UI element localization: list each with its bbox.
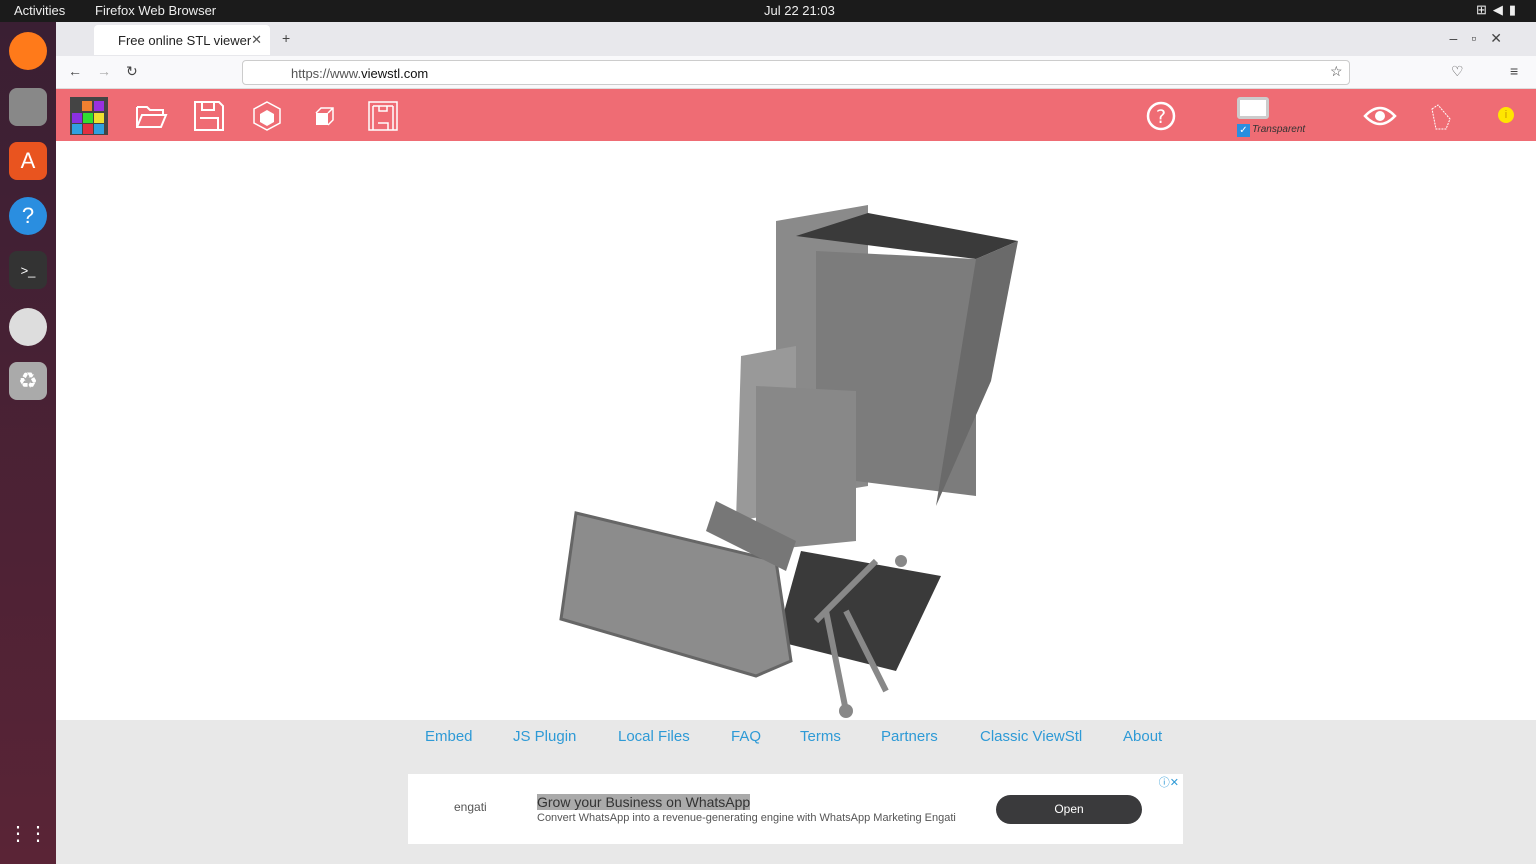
ad-open-button[interactable]: Open: [996, 795, 1142, 824]
menu-icon[interactable]: ≡: [1510, 63, 1518, 79]
svg-text:?: ?: [1156, 106, 1166, 128]
viewer-toolbar: ? ✓ Transparent i: [56, 89, 1536, 141]
footer-link-about[interactable]: About: [1123, 728, 1162, 745]
bookmark-star-icon[interactable]: ☆: [1330, 63, 1343, 80]
footer-link-embed[interactable]: Embed: [425, 728, 473, 745]
transparent-label: Transparent: [1252, 124, 1306, 135]
show-apps-icon[interactable]: ⋮⋮: [8, 814, 48, 852]
transparent-checkbox[interactable]: ✓: [1237, 124, 1250, 137]
navigation-bar: ← → ↻ https://www.viewstl.com ☆ ♡ ≡: [56, 56, 1536, 89]
clock[interactable]: Jul 22 21:03: [764, 3, 835, 18]
logo-cube-icon: [70, 97, 108, 135]
save-icon[interactable]: [192, 99, 226, 133]
tab-title: Free online STL viewer: [118, 33, 252, 48]
model-base-plate: [776, 551, 941, 671]
new-tab-button[interactable]: +: [282, 30, 290, 46]
tab-stl-viewer[interactable]: Free online STL viewer ✕: [94, 25, 270, 55]
firefox-window: Free online STL viewer ✕ + –▫✕ ← → ↻ http…: [56, 22, 1536, 864]
back-icon[interactable]: ←: [68, 63, 82, 79]
tab-bar: Free online STL viewer ✕ + –▫✕: [56, 22, 1536, 56]
model-lower-block: [756, 386, 856, 551]
firefox-icon[interactable]: [9, 32, 47, 70]
trash-icon[interactable]: ♻: [9, 362, 47, 400]
ad-brand-logo: engati: [454, 800, 487, 814]
footer-link-local-files[interactable]: Local Files: [618, 728, 690, 745]
dock: A ? >_ ♻ ⋮⋮: [0, 22, 56, 864]
eye-icon[interactable]: [1363, 99, 1397, 133]
help-icon[interactable]: ?: [9, 197, 47, 235]
footer-link-terms[interactable]: Terms: [800, 728, 841, 745]
footer: Embed JS Plugin Local Files FAQ Terms Pa…: [56, 720, 1536, 864]
model-wheel: [895, 555, 907, 567]
activities-button[interactable]: Activities: [14, 3, 65, 18]
ad-description: Convert WhatsApp into a revenue-generati…: [537, 812, 956, 824]
footer-link-faq[interactable]: FAQ: [731, 728, 761, 745]
advertisement[interactable]: engati Grow your Business on WhatsApp Co…: [408, 774, 1183, 844]
touch-hand-icon[interactable]: [1422, 99, 1456, 133]
url-domain: viewstl.com: [361, 66, 429, 81]
footer-link-classic[interactable]: Classic ViewStl: [980, 728, 1082, 745]
model-wheel: [839, 704, 853, 718]
terminal-icon[interactable]: >_: [9, 251, 47, 289]
footer-link-js-plugin[interactable]: JS Plugin: [513, 728, 576, 745]
background-color-swatch[interactable]: [1237, 97, 1269, 119]
solid-cube-icon[interactable]: [308, 99, 342, 133]
3d-printer-icon[interactable]: [366, 99, 400, 133]
close-tab-icon[interactable]: ✕: [251, 32, 262, 48]
system-top-bar: Activities Firefox Web Browser Jul 22 21…: [0, 0, 1536, 22]
stl-model[interactable]: [56, 141, 1536, 720]
pocket-icon[interactable]: ♡: [1451, 63, 1464, 80]
3d-viewport[interactable]: [56, 141, 1536, 720]
disc-icon[interactable]: [9, 308, 47, 346]
ad-title[interactable]: Grow your Business on WhatsApp: [537, 794, 751, 810]
url-bar[interactable]: https://www.viewstl.com: [242, 60, 1350, 85]
forward-icon[interactable]: →: [97, 63, 111, 79]
app-center-icon[interactable]: A: [9, 142, 47, 180]
system-tray-icons[interactable]: ⊞◀▮: [1476, 2, 1522, 18]
window-controls[interactable]: –▫✕: [1450, 30, 1516, 47]
help-circle-icon[interactable]: ?: [1144, 99, 1178, 133]
url-prefix: https://www.: [291, 66, 362, 81]
ad-close-icon[interactable]: ⓘ✕: [1159, 774, 1179, 790]
reload-icon[interactable]: ↻: [126, 63, 138, 80]
open-folder-icon[interactable]: [134, 99, 168, 133]
3d-box-icon[interactable]: [250, 99, 284, 133]
active-app-label[interactable]: Firefox Web Browser: [95, 3, 216, 18]
info-icon[interactable]: i: [1498, 107, 1514, 123]
footer-link-partners[interactable]: Partners: [881, 728, 938, 745]
files-icon[interactable]: [9, 88, 47, 126]
